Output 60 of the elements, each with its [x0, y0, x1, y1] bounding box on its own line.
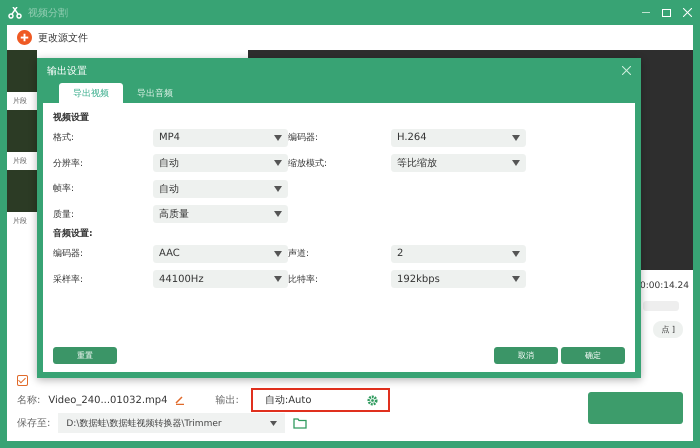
setting-label: 质量:: [53, 208, 76, 221]
caret-icon: [274, 134, 282, 141]
caret-icon: [274, 276, 282, 282]
setting-label: 编码器:: [288, 132, 320, 144]
window-title: 视频分割: [28, 6, 69, 20]
caret-icon: [274, 211, 282, 218]
video-thumbnail[interactable]: [7, 110, 37, 152]
folder-icon[interactable]: [293, 418, 308, 428]
dropdown[interactable]: AAC: [153, 244, 288, 263]
dropdown[interactable]: H.264: [391, 128, 526, 147]
pencil-icon[interactable]: [175, 395, 186, 405]
maximize-icon[interactable]: [662, 8, 671, 16]
input-field[interactable]: [643, 301, 679, 311]
dropdown[interactable]: 自动: [153, 154, 288, 172]
checkbox[interactable]: [17, 375, 28, 386]
caret-icon: [512, 160, 520, 166]
setting-label: 分辨率:: [53, 158, 84, 170]
cancel-button[interactable]: 取消: [494, 347, 558, 364]
dropdown[interactable]: 2: [391, 244, 526, 263]
caret-icon: [512, 250, 520, 257]
dropdown[interactable]: MP4: [153, 128, 288, 147]
caret-icon: [512, 276, 520, 282]
setting-label: 声道:: [288, 248, 310, 260]
setting-label: 编码器:: [53, 248, 84, 260]
dropdown[interactable]: 等比缩放: [391, 154, 526, 172]
name-label: 名称:: [17, 394, 40, 407]
setting-label: 格式:: [53, 132, 76, 144]
file-name: Video_240...01032.mp4: [48, 394, 168, 406]
setting-label: 缩放模式:: [288, 158, 328, 170]
save-path-field[interactable]: D:\数据蛙\数据蛙视频转换器\Trimmer: [58, 413, 286, 433]
caret-icon: [270, 420, 278, 426]
section-heading: 音频设置:: [53, 227, 94, 241]
change-source-button[interactable]: 更改源文件: [38, 30, 88, 44]
output-field[interactable]: 自动:Auto: [250, 388, 390, 412]
close-icon[interactable]: [622, 66, 631, 75]
caret-icon: [512, 134, 520, 141]
dropdown[interactable]: 高质量: [153, 205, 288, 224]
dialog-title: 输出设置: [47, 64, 87, 78]
minimize-icon[interactable]: [642, 12, 650, 14]
plus-icon[interactable]: [17, 30, 32, 45]
caret-icon: [274, 186, 282, 192]
dropdown[interactable]: 192kbps: [391, 270, 526, 288]
settings-icon[interactable]: [366, 394, 378, 406]
video-thumbnail[interactable]: [7, 170, 37, 212]
setting-label: 采样率:: [53, 274, 84, 286]
section-heading: 视频设置: [53, 111, 90, 125]
setting-label: 帧率:: [53, 182, 76, 196]
save-to-label: 保存至:: [17, 417, 50, 430]
reset-button[interactable]: 重置: [53, 347, 117, 364]
scissors-icon: [8, 6, 22, 18]
dropdown[interactable]: 自动: [153, 180, 288, 198]
timestamp: 0:00:14.24: [640, 281, 689, 291]
video-thumbnail[interactable]: [7, 50, 37, 92]
dropdown[interactable]: 44100Hz: [153, 270, 288, 288]
setting-label: 比特率:: [288, 274, 320, 286]
mark-button[interactable]: 点 ]: [653, 321, 683, 338]
caret-icon: [274, 160, 282, 166]
output-label: 输出:: [215, 394, 239, 407]
ok-button[interactable]: 确定: [561, 347, 625, 364]
caret-icon: [274, 250, 282, 257]
